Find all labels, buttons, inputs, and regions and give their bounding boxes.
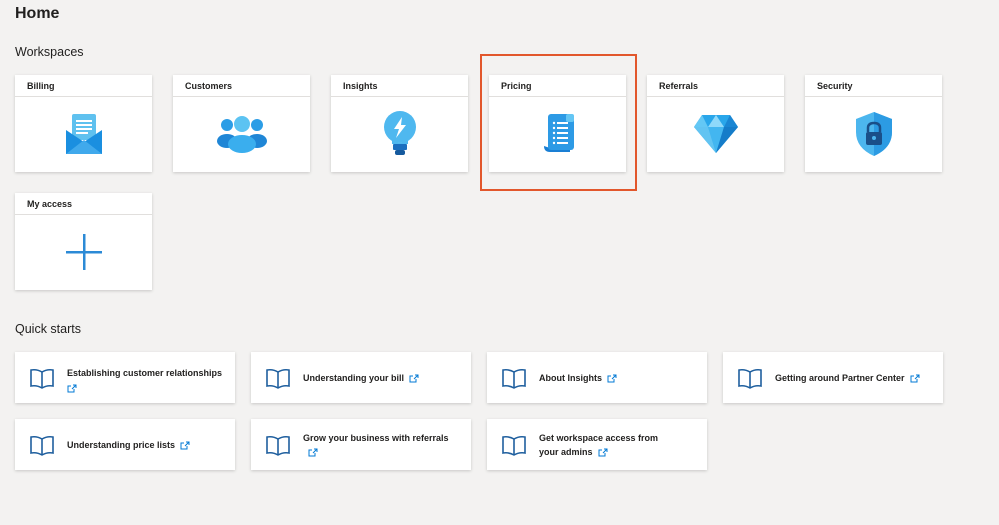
quickstart-card[interactable]: Establishing customer relationships [15, 352, 235, 403]
book-icon [30, 368, 54, 389]
quickstart-card[interactable]: Understanding your bill [251, 352, 471, 403]
workspace-tile-label: Billing [15, 75, 152, 97]
quickstart-label: Getting around Partner Center [775, 372, 905, 383]
quickstart-label: Establishing customer relationships [67, 368, 223, 378]
book-icon [502, 435, 526, 456]
pricing-scroll-icon [543, 114, 574, 152]
insights-lightbulb-icon [383, 111, 416, 155]
quickstarts-heading: Quick starts [15, 322, 81, 336]
security-shield-lock-icon [855, 112, 892, 156]
referrals-diamond-icon [693, 115, 738, 153]
workspace-tile-label: Customers [173, 75, 310, 97]
book-icon [30, 435, 54, 456]
book-icon [266, 435, 290, 456]
workspace-tile-pricing[interactable]: Pricing [489, 75, 626, 172]
workspace-tile-label: Security [805, 75, 942, 97]
workspace-tile-customers[interactable]: Customers [173, 75, 310, 172]
quickstart-label: Understanding price lists [67, 439, 176, 450]
workspaces-heading: Workspaces [15, 45, 84, 59]
workspace-tile-referrals[interactable]: Referrals [647, 75, 784, 172]
quickstart-card[interactable]: Understanding price lists [15, 419, 235, 470]
external-link-icon [308, 448, 318, 457]
workspace-tile-label: Insights [331, 75, 468, 97]
workspace-tile-insights[interactable]: Insights [331, 75, 468, 172]
workspace-tile-label: Pricing [489, 75, 626, 97]
workspace-tile-label: My access [15, 193, 152, 215]
external-link-icon [910, 374, 920, 383]
book-icon [738, 368, 762, 389]
external-link-icon [409, 374, 419, 383]
page-title: Home [15, 5, 60, 22]
external-link-icon [180, 441, 190, 450]
plus-icon [65, 234, 102, 270]
quickstart-card[interactable]: Grow your business with referrals [251, 419, 471, 470]
quickstart-card[interactable]: About Insights [487, 352, 707, 403]
billing-envelope-icon [65, 114, 102, 154]
workspace-tile-security[interactable]: Security [805, 75, 942, 172]
book-icon [502, 368, 526, 389]
quickstart-label: Understanding your bill [303, 372, 405, 383]
quickstart-card[interactable]: Get workspace access from your admins [487, 419, 707, 470]
external-link-icon [67, 384, 77, 393]
customers-group-icon [216, 116, 267, 153]
workspace-tile-my-access[interactable]: My access [15, 193, 152, 290]
quickstart-card[interactable]: Getting around Partner Center [723, 352, 943, 403]
book-icon [266, 368, 290, 389]
external-link-icon [598, 448, 608, 457]
quickstart-label: Grow your business with referrals [303, 432, 449, 443]
external-link-icon [607, 374, 617, 383]
quickstart-label: About Insights [539, 372, 602, 383]
workspace-tile-label: Referrals [647, 75, 784, 97]
workspace-tile-billing[interactable]: Billing [15, 75, 152, 172]
